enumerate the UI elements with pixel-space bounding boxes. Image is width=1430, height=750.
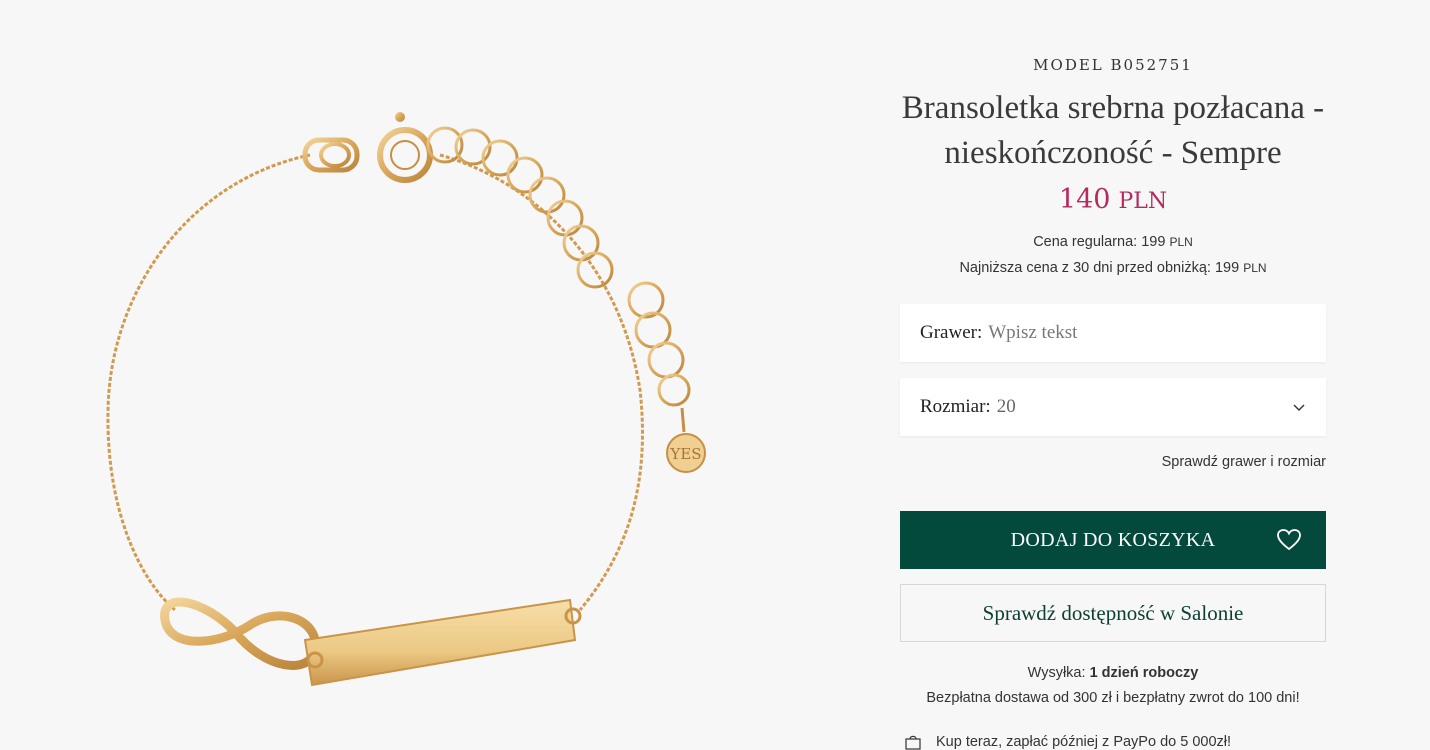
regular-price-currency: PLN (1169, 235, 1193, 249)
check-availability-button[interactable]: Sprawdź dostępność w Salonie (900, 584, 1326, 642)
shipping-time: Wysyłka: 1 dzień roboczy (900, 665, 1326, 681)
engraving-input[interactable] (988, 322, 1306, 344)
product-price: 140 PLN (900, 184, 1326, 215)
price-amount: 140 (1058, 184, 1111, 215)
regular-price-label: Cena regularna: (1033, 234, 1138, 250)
chevron-down-icon[interactable] (1292, 400, 1306, 414)
delivery-info: Bezpłatna dostawa od 300 zł i bezpłatny … (926, 690, 1300, 706)
paypo-text: Kup teraz, zapłać później z PayPo do 5 0… (936, 734, 1232, 750)
lowest-price-value: 199 (1214, 260, 1240, 276)
engraving-label: Grawer: (920, 322, 983, 343)
product-title: Bransoletka srebrna pozłacana - nieskońc… (901, 90, 1325, 171)
shopping-bag-icon (905, 735, 921, 750)
bracelet-illustration: YES (106, 112, 706, 687)
regular-price-value: 199 (1141, 234, 1166, 250)
product-image: YES (60, 60, 760, 720)
lowest-price: Najniższa cena z 30 dni przed obniżką: 1… (900, 260, 1326, 276)
svg-text:YES: YES (669, 445, 701, 463)
size-label: Rozmiar: (920, 396, 991, 417)
add-to-cart-label: DODAJ DO KOSZYKA (1010, 528, 1216, 551)
heart-icon[interactable] (1276, 528, 1302, 552)
shipping-label: Wysyłka: (1027, 665, 1086, 681)
shipping-value: 1 dzień roboczy (1089, 665, 1199, 681)
add-to-cart-button[interactable]: DODAJ DO KOSZYKA (900, 511, 1326, 569)
engraving-field[interactable]: Grawer: (900, 304, 1326, 362)
lowest-price-label: Najniższa cena z 30 dni przed obniżką: (959, 260, 1211, 276)
paypo-info: Kup teraz, zapłać później z PayPo do 5 0… (904, 734, 1231, 750)
lowest-price-currency: PLN (1243, 261, 1267, 275)
size-value: 20 (996, 396, 1016, 417)
price-currency: PLN (1118, 189, 1168, 214)
regular-price: Cena regularna: 199 PLN (900, 234, 1326, 250)
product-model: MODEL B052751 (1033, 56, 1193, 74)
size-select[interactable]: Rozmiar: 20 (900, 378, 1326, 436)
check-engraving-size-link[interactable]: Sprawdź grawer i rozmiar (1162, 454, 1326, 470)
